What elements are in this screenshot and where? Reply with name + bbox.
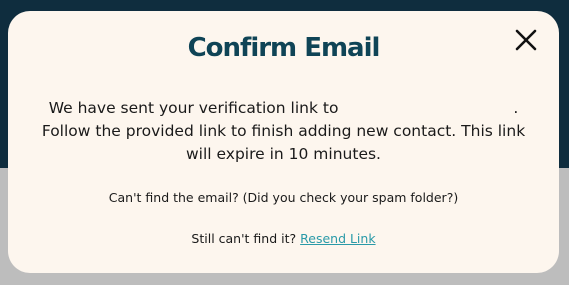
message-prefix: We have sent your verification link to	[48, 99, 339, 117]
close-button[interactable]	[513, 27, 539, 53]
resend-link[interactable]: Resend Link	[300, 231, 375, 246]
still-cant-find-text: Still can't find it?	[191, 231, 297, 246]
verification-message: We have sent your verification link to .…	[28, 97, 539, 166]
message-suffix: .	[513, 99, 519, 117]
confirm-email-modal: Confirm Email We have sent your verifica…	[8, 11, 559, 273]
spam-note: Can't find the email? (Did you check you…	[108, 190, 459, 205]
close-icon	[515, 29, 537, 51]
message-rest: Follow the provided link to finish addin…	[41, 122, 526, 163]
redacted-email	[343, 101, 514, 115]
resend-row: Still can't find it? Resend Link	[8, 231, 559, 246]
modal-title: Confirm Email	[187, 33, 381, 63]
